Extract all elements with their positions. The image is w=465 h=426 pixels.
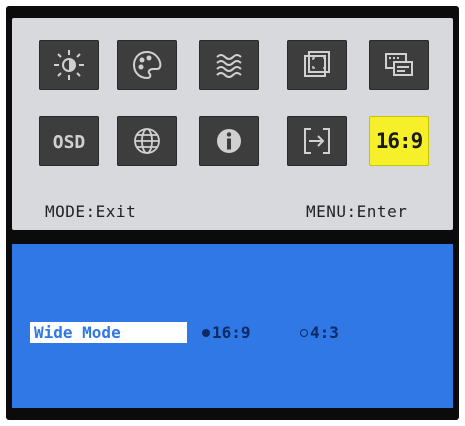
svg-text:OSD: OSD — [53, 132, 86, 153]
color-palette-icon — [132, 50, 162, 80]
exit-hint: MODE:Exit — [45, 202, 137, 221]
information-tile[interactable] — [199, 116, 259, 166]
osd-icon: OSD — [53, 132, 86, 153]
globe-icon — [134, 128, 160, 154]
brightness-tile[interactable] — [39, 40, 99, 90]
position-tile[interactable] — [287, 40, 347, 90]
screen-position-icon — [304, 51, 330, 77]
option-16-9[interactable]: 16:9 — [202, 322, 251, 343]
picture-settings-icon — [385, 53, 413, 76]
enter-hint: MENU:Enter — [306, 202, 408, 221]
color-tile[interactable] — [117, 40, 177, 90]
radio-unselected-icon — [300, 328, 308, 337]
info-icon — [217, 129, 241, 153]
wave-icon — [216, 54, 242, 78]
osd-settings-tile[interactable]: OSD — [39, 116, 99, 166]
aspect-ratio-tile[interactable]: 16:9 — [369, 116, 429, 166]
input-source-tile[interactable] — [287, 116, 347, 166]
picture-settings-tile[interactable] — [369, 40, 429, 90]
input-source-icon — [304, 128, 330, 154]
option-4-3[interactable]: 4:3 — [300, 322, 339, 343]
aspect-ratio-icon: 16:9 — [375, 129, 424, 153]
language-tile[interactable] — [117, 116, 177, 166]
wide-mode-label: Wide Mode — [30, 322, 187, 343]
brightness-icon — [54, 50, 84, 80]
option-16-9-label: 16:9 — [212, 323, 251, 342]
radio-selected-icon — [202, 328, 210, 337]
option-4-3-label: 4:3 — [310, 323, 339, 342]
wave-tile[interactable] — [199, 40, 259, 90]
